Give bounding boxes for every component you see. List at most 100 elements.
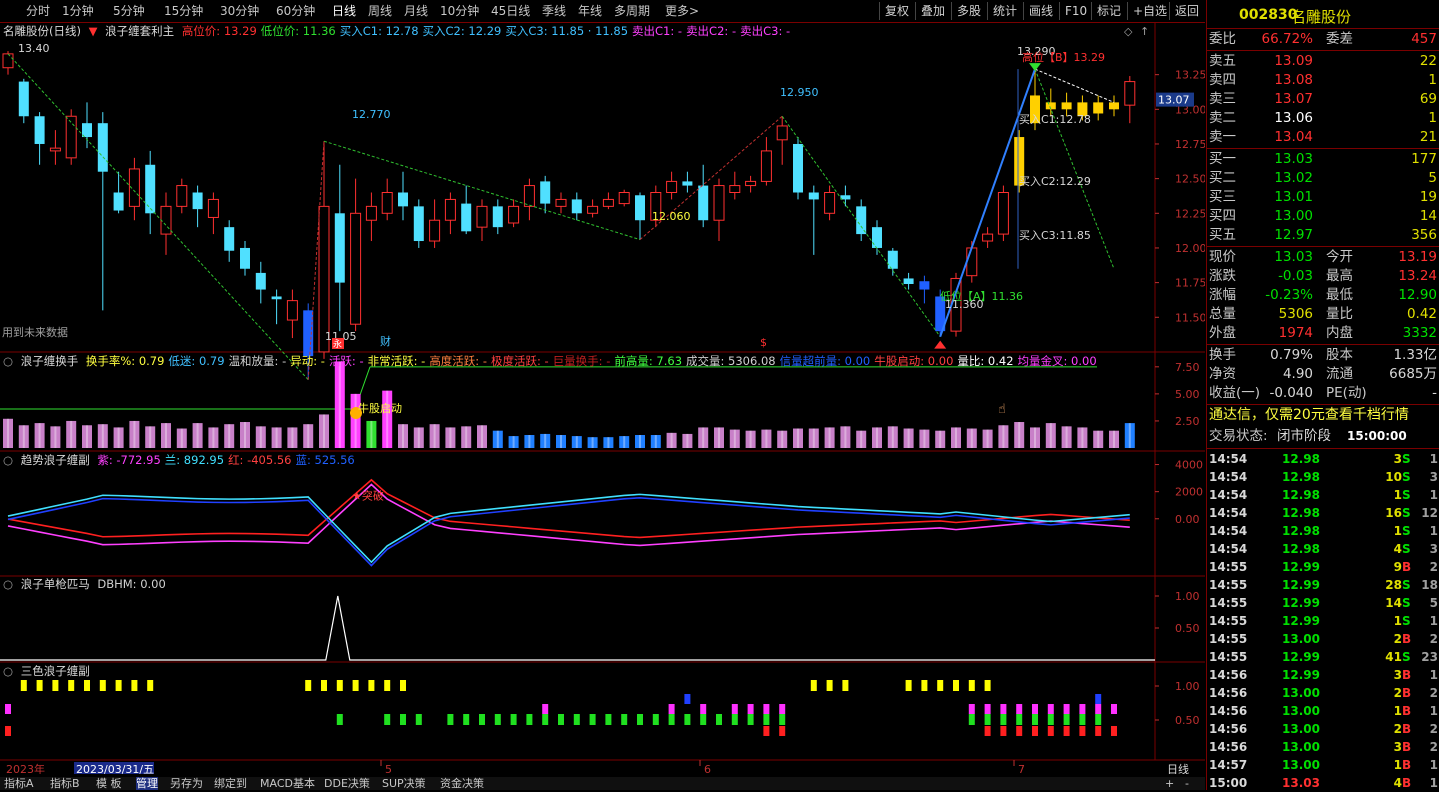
tri-yellow-mark xyxy=(52,680,59,691)
volume-bar-center xyxy=(544,433,547,448)
tick-time: 14:55 xyxy=(1209,560,1248,574)
candle xyxy=(776,116,788,165)
bottom-tab-3[interactable]: 管理 xyxy=(136,777,158,790)
stat2-row-0: 换手 0.79% 股本 1.33亿 xyxy=(1207,346,1439,365)
tricolor-legend: ○ 三色浪子缠副 xyxy=(3,664,94,679)
tri-green-mark xyxy=(968,714,975,725)
volume-indicator-name[interactable]: 浪子缠换手 xyxy=(21,354,79,368)
weibi-row-value: 66.72% xyxy=(1261,31,1313,47)
toolbar-button-5[interactable]: F10 xyxy=(1059,2,1092,20)
tick-volume: 2 xyxy=(1393,686,1402,700)
period-tab-9[interactable]: 10分钟 xyxy=(440,3,479,19)
volume-bar-center xyxy=(1113,430,1115,448)
tri-green-mark xyxy=(336,714,343,725)
period-tab-14[interactable]: 更多> xyxy=(665,3,699,19)
zoom-out-button[interactable]: - xyxy=(1185,777,1189,790)
bottom-tab-0[interactable]: 指标A xyxy=(4,777,34,790)
period-tab-2[interactable]: 5分钟 xyxy=(113,3,145,19)
tick-count: 1 xyxy=(1429,776,1438,790)
bottom-tab-1[interactable]: 指标B xyxy=(50,777,80,790)
tick-row-9: 14:55 12.99 1 S 1 xyxy=(1207,612,1439,630)
bottom-tab-7[interactable]: DDE决策 xyxy=(324,777,370,790)
stat-row-1-value2: 13.24 xyxy=(1398,268,1437,284)
candle xyxy=(429,199,441,248)
bid-row-0: 买一 13.03 177 xyxy=(1207,150,1439,169)
tri-green-mark xyxy=(1047,714,1054,725)
toolbar-button-0[interactable]: 复权 xyxy=(879,2,914,20)
tri-yellow-mark xyxy=(68,680,75,691)
tick-volume: 41 xyxy=(1385,650,1402,664)
candle xyxy=(271,289,282,325)
candle xyxy=(618,189,630,207)
volume-bar-center xyxy=(449,427,452,448)
toolbar-button-3[interactable]: 统计 xyxy=(987,2,1022,20)
tick-count: 1 xyxy=(1429,614,1438,628)
bottom-tab-4[interactable]: 另存为 xyxy=(170,777,203,790)
dbhm-ylabel-1: 0.50 xyxy=(1175,622,1200,635)
candle xyxy=(365,192,377,242)
period-tab-8[interactable]: 月线 xyxy=(404,3,428,19)
trade-status-label: 交易状态: xyxy=(1209,428,1268,444)
stat2-row-2: 收益(一) -0.040 PE(动) - xyxy=(1207,384,1439,403)
period-tab-1[interactable]: 1分钟 xyxy=(62,3,94,19)
bottom-tab-6[interactable]: MACD基本 xyxy=(260,777,315,790)
x-axis-label-3: 6 xyxy=(704,763,711,774)
tricolor-indicator-name[interactable]: 三色浪子缠副 xyxy=(21,664,90,678)
bottom-tab-8[interactable]: SUP决策 xyxy=(382,777,426,790)
period-tab-3[interactable]: 15分钟 xyxy=(164,3,203,19)
tick-volume: 1 xyxy=(1393,704,1402,718)
kline-chart[interactable]: 13.2513.0012.7512.5012.2512.0011.7511.50… xyxy=(0,22,1205,774)
volume-bar-center xyxy=(718,427,720,448)
tick-time: 14:56 xyxy=(1209,740,1248,754)
period-tab-12[interactable]: 年线 xyxy=(578,3,602,19)
bottom-tab-9[interactable]: 资金决策 xyxy=(440,777,484,790)
period-tab-6[interactable]: 日线 xyxy=(332,3,356,19)
volume-bar-center xyxy=(212,427,215,448)
tri-yellow-mark xyxy=(84,680,90,691)
period-tab-13[interactable]: 多周期 xyxy=(614,3,650,19)
tri-magenta-mark xyxy=(542,704,549,714)
period-tab-10[interactable]: 45日线 xyxy=(491,3,530,19)
volume-bar-center xyxy=(117,427,120,448)
toolbar-button-2[interactable]: 多股 xyxy=(951,2,986,20)
period-tab-5[interactable]: 60分钟 xyxy=(276,3,315,19)
volume-bar-center xyxy=(923,429,926,448)
tick-row-7: 14:55 12.99 28 S 18 xyxy=(1207,576,1439,594)
tick-time: 14:54 xyxy=(1209,470,1248,484)
period-tab-4[interactable]: 30分钟 xyxy=(220,3,259,19)
tick-time: 14:56 xyxy=(1209,704,1248,718)
bid-row-4-label: 买五 xyxy=(1209,227,1236,243)
vol-value-4: 活跃: - xyxy=(328,354,364,368)
toolbar-button-4[interactable]: 画线 xyxy=(1023,2,1058,20)
promo-link[interactable]: 通达信，仅需20元查看千档行情 xyxy=(1209,406,1439,425)
period-tab-7[interactable]: 周线 xyxy=(368,3,392,19)
tri-magenta-mark xyxy=(779,704,786,714)
candle xyxy=(666,171,678,200)
tick-price: 12.98 xyxy=(1282,470,1320,484)
dbhm-indicator-name[interactable]: 浪子单枪匹马 xyxy=(21,577,90,591)
bottom-tab-2[interactable]: 模 板 xyxy=(96,777,122,790)
tri-green-mark xyxy=(463,714,470,725)
sell-signal-icon xyxy=(1029,63,1041,72)
toolbar-button-8[interactable]: 返回 xyxy=(1169,2,1204,20)
tick-count: 1 xyxy=(1429,488,1438,502)
bid-row-4: 买五 12.97 356 xyxy=(1207,226,1439,245)
toolbar-button-7[interactable]: +自选 xyxy=(1127,2,1172,20)
zoom-in-button[interactable]: + xyxy=(1165,777,1174,790)
tick-price: 12.98 xyxy=(1282,506,1320,520)
tri-yellow-mark xyxy=(400,680,406,691)
toolbar-button-1[interactable]: 叠加 xyxy=(915,2,950,20)
trend-value-3: 蓝: 525.56 xyxy=(295,453,355,467)
bottom-tab-5[interactable]: 绑定到 xyxy=(214,777,247,790)
candle xyxy=(318,141,330,359)
bid-row-0-value: 13.03 xyxy=(1274,151,1313,167)
stat2-row-0-label2: 股本 xyxy=(1326,347,1353,363)
toolbar-button-6[interactable]: 标记 xyxy=(1091,2,1126,20)
x-axis-label-1: 2023/03/31/五 xyxy=(76,763,154,774)
tri-red-mark xyxy=(1047,726,1054,736)
period-tab-11[interactable]: 季线 xyxy=(542,3,566,19)
period-tab-0[interactable]: 分时 xyxy=(26,3,50,19)
trend-indicator-name[interactable]: 趋势浪子缠副 xyxy=(21,453,90,467)
quote-separator xyxy=(1207,344,1439,345)
tri-yellow-mark xyxy=(921,680,928,691)
